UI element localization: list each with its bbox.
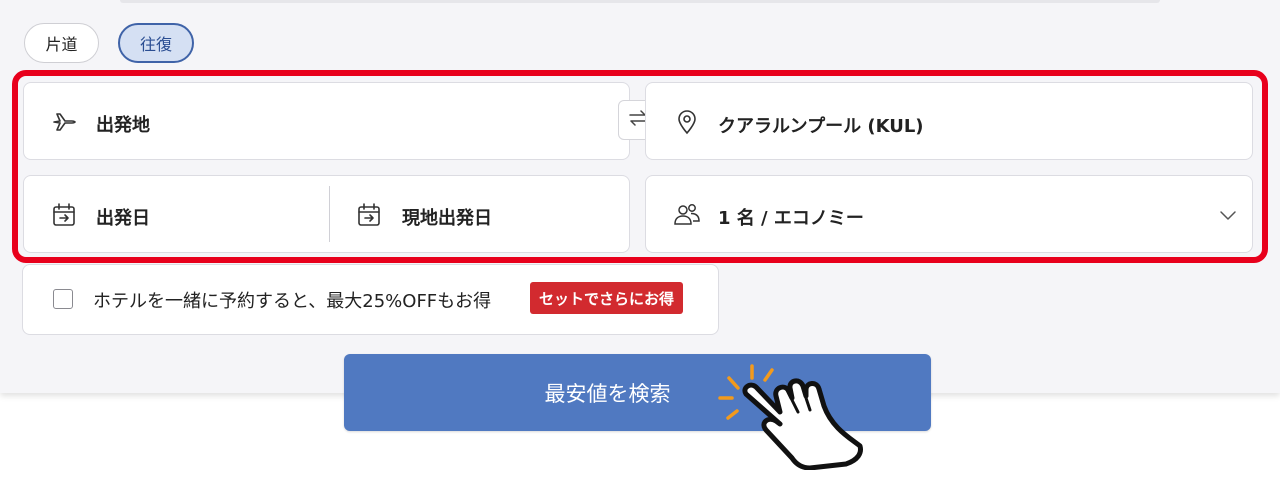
search-panel: 片道 往復 出発地 クアラルンプール (KUL) 出発日 現地出発日 1 名 /… <box>0 0 1280 393</box>
bundle-deal-badge: セットでさらにお得 <box>530 282 684 314</box>
trip-type-oneway-label: 片道 <box>45 35 78 54</box>
highlight-annotation-frame <box>12 70 1268 263</box>
hotel-bundle-checkbox[interactable] <box>53 289 73 309</box>
trip-type-roundtrip-button[interactable]: 往復 <box>118 23 194 63</box>
trip-type-roundtrip-label: 往復 <box>139 35 172 54</box>
hotel-bundle-option[interactable]: ホテルを一緒に予約すると、最大25%OFFもお得 セットでさらにお得 <box>22 264 719 335</box>
search-button-label: 最安値を検索 <box>544 381 671 406</box>
pointing-hand-icon <box>718 364 863 470</box>
trip-type-oneway-button[interactable]: 片道 <box>24 23 99 63</box>
hotel-bundle-label: ホテルを一緒に予約すると、最大25%OFFもお得 <box>93 291 492 312</box>
panel-top-edge <box>120 0 1160 3</box>
